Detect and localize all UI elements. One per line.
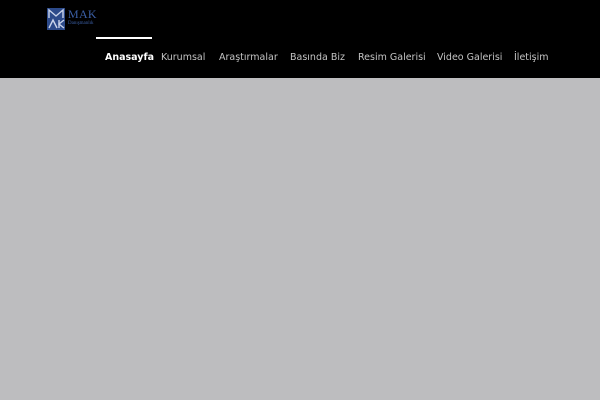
nav-item-resim-galerisi[interactable]: Resim Galerisi <box>358 51 426 65</box>
nav-item-kurumsal[interactable]: Kurumsal <box>161 51 205 65</box>
nav-item-anasayfa[interactable]: Anasayfa <box>105 51 154 65</box>
nav-item-arastirmalar[interactable]: Araştırmalar <box>219 51 278 65</box>
nav-item-video-galerisi[interactable]: Video Galerisi <box>437 51 502 65</box>
content-area <box>0 78 600 400</box>
site-header: MAK Danışmanlık Anasayfa Kurumsal Araştı… <box>0 0 600 78</box>
nav-item-iletisim[interactable]: İletişim <box>514 51 549 65</box>
main-navigation: Anasayfa Kurumsal Araştırmalar Basında B… <box>0 0 600 78</box>
nav-item-basinda-biz[interactable]: Basında Biz <box>290 51 345 65</box>
active-nav-indicator <box>96 37 152 39</box>
